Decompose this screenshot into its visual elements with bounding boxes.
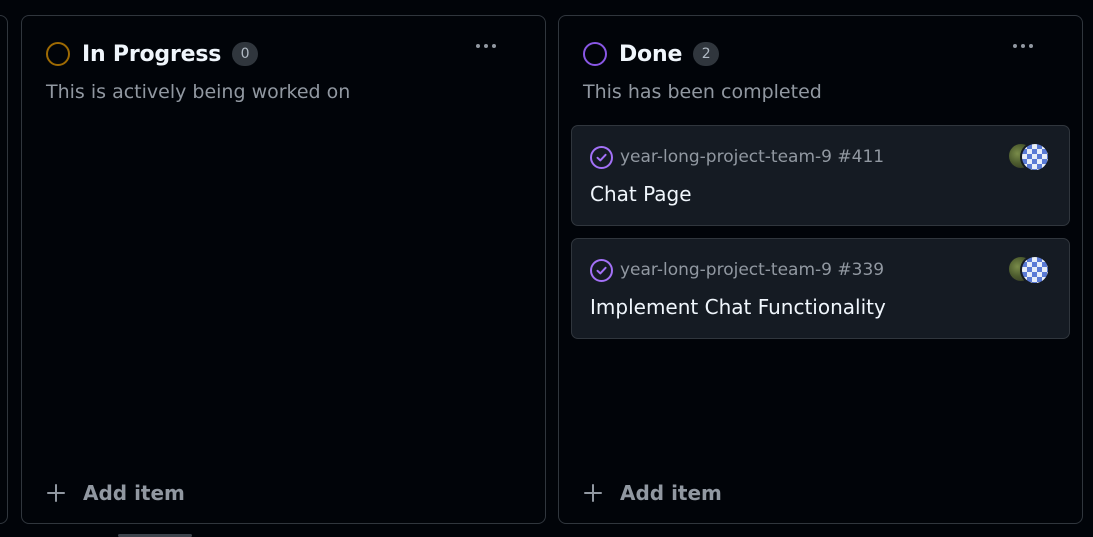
issue-title-link[interactable]: Chat Page [590,182,692,206]
issue-card[interactable]: year-long-project-team-9 #411 Chat Page [571,125,1070,226]
add-item-button[interactable]: Add item [46,479,185,507]
column-done: Done 2 This has been completed year-long… [558,15,1083,524]
column-title: Done [619,41,683,67]
avatar[interactable] [1020,255,1050,285]
kebab-horizontal-icon [1013,44,1017,48]
assignee-avatars[interactable] [1007,255,1051,285]
column-description: This has been completed [583,81,822,103]
column-header: In Progress 0 [46,40,521,68]
column-menu-button[interactable] [1006,34,1040,58]
add-item-label: Add item [620,481,722,505]
card-meta: year-long-project-team-9 #339 [590,258,884,282]
add-item-button[interactable]: Add item [583,479,722,507]
item-count-badge: 2 [693,42,720,66]
column-title: In Progress [82,41,222,67]
plus-icon [46,483,66,503]
check-circle-icon [590,258,613,282]
issue-title-link[interactable]: Implement Chat Functionality [590,295,886,319]
issue-reference-link[interactable]: year-long-project-team-9 #339 [620,260,884,280]
circle-outline-icon [583,42,607,66]
assignee-avatars[interactable] [1007,142,1051,172]
column-description: This is actively being worked on [46,81,351,103]
circle-outline-icon [46,42,70,66]
column-menu-button[interactable] [469,34,503,58]
plus-icon [583,483,603,503]
issue-card[interactable]: year-long-project-team-9 #339 Implement … [571,238,1070,339]
column-in-progress: In Progress 0 This is actively being wor… [21,15,546,524]
issue-reference-link[interactable]: year-long-project-team-9 #411 [620,147,884,167]
column-header: Done 2 [583,40,1058,68]
item-count-badge: 0 [232,42,259,66]
previous-column-edge [0,15,8,524]
add-item-label: Add item [83,481,185,505]
avatar[interactable] [1020,142,1050,172]
check-circle-icon [590,145,613,169]
card-meta: year-long-project-team-9 #411 [590,145,884,169]
kebab-horizontal-icon [476,44,480,48]
project-board: In Progress 0 This is actively being wor… [0,0,1093,537]
